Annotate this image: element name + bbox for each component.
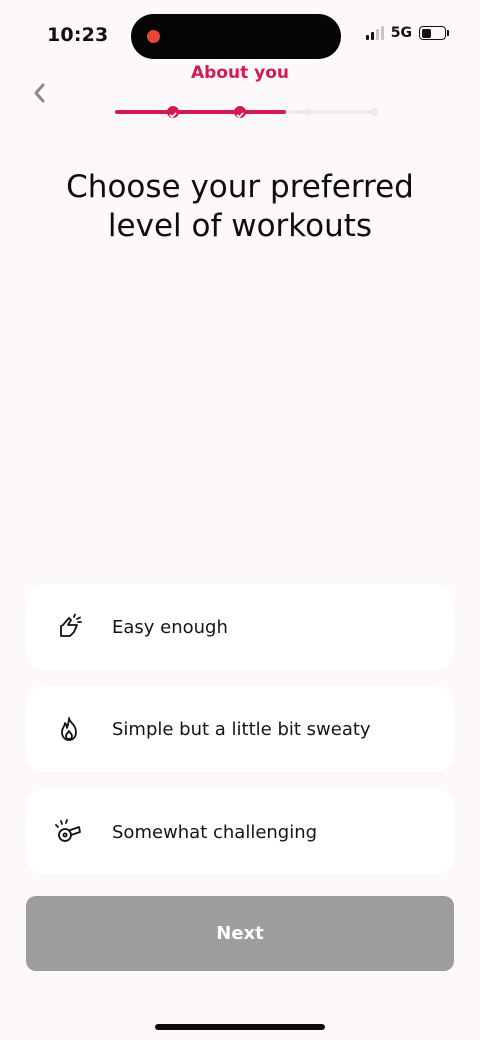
option-label: Somewhat challenging — [112, 821, 318, 843]
pointing-hand-icon — [54, 612, 84, 642]
network-type: 5G — [390, 25, 412, 41]
status-time: 10:23 — [47, 24, 109, 46]
home-indicator — [155, 1024, 325, 1030]
next-button[interactable]: Next — [26, 896, 454, 971]
signal-icon — [365, 26, 384, 40]
check-icon — [236, 112, 244, 118]
progress-step-pending — [303, 108, 311, 116]
dynamic-island — [131, 14, 341, 59]
option-simple-but-sweaty[interactable]: Simple but a little bit sweaty — [26, 686, 454, 772]
progress-fill — [115, 110, 286, 114]
page-title: Choose your preferred level of workouts — [66, 169, 414, 244]
whistle-icon — [54, 817, 84, 847]
option-somewhat-challenging[interactable]: Somewhat challenging — [26, 789, 454, 875]
progress-step-complete — [167, 106, 179, 118]
option-label: Simple but a little bit sweaty — [112, 718, 371, 740]
option-easy-enough[interactable]: Easy enough — [26, 584, 454, 670]
section-label: About you — [190, 63, 289, 83]
flame-icon — [54, 714, 84, 744]
onboarding-screen: 10:23 5G About you Choose your preferred… — [0, 0, 480, 1040]
progress-step-pending — [370, 108, 378, 116]
chevron-left-icon — [34, 83, 45, 103]
progress-bar — [115, 104, 378, 120]
recording-indicator-icon — [147, 30, 160, 43]
battery-icon — [419, 26, 449, 40]
progress-step-complete — [234, 106, 246, 118]
status-indicators: 5G — [365, 25, 449, 41]
check-icon — [169, 112, 177, 118]
option-label: Easy enough — [112, 616, 228, 638]
